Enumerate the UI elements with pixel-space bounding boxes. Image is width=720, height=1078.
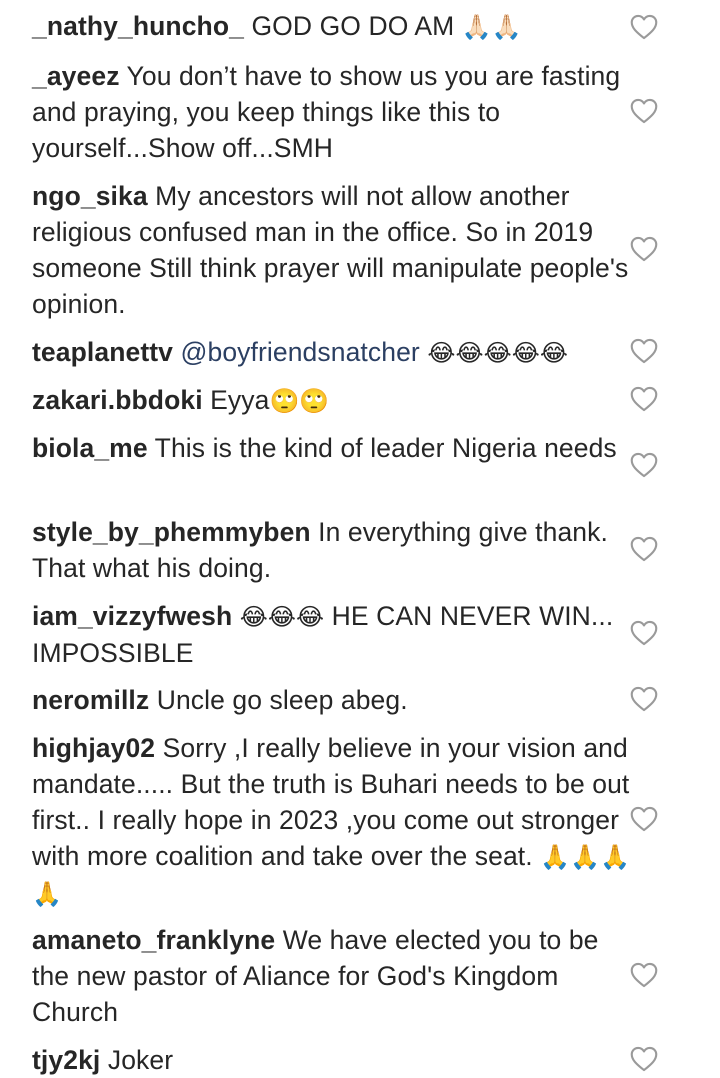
comment-text: ngo_sika My ancestors will not allow ano… — [32, 178, 632, 322]
like-heart-icon[interactable] — [630, 686, 658, 712]
comment-username[interactable]: teaplanettv — [32, 337, 173, 367]
comment-text: teaplanettv @boyfriendsnatcher 😂😂😂😂😂 — [32, 334, 632, 371]
comment-item: neromillz Uncle go sleep abeg. — [32, 682, 712, 718]
comment-emoji: 😂😂😂 — [239, 603, 325, 631]
comment-item: amaneto_franklyne We have elected you to… — [32, 922, 712, 1030]
comment-username[interactable]: neromillz — [32, 685, 149, 715]
comment-text: zakari.bbdoki Eyya🙄🙄 — [32, 382, 632, 419]
comment-username[interactable]: tjy2kj — [32, 1045, 100, 1075]
comment-text: _nathy_huncho_ GOD GO DO AM 🙏🏻🙏🏻 — [32, 8, 632, 45]
like-heart-icon[interactable] — [630, 338, 658, 364]
comment-item: ngo_sika My ancestors will not allow ano… — [32, 178, 712, 322]
comment-mention-link[interactable]: @boyfriendsnatcher — [180, 337, 419, 367]
comment-item: highjay02 Sorry ,I really believe in you… — [32, 730, 712, 912]
comment-username[interactable]: style_by_phemmyben — [32, 517, 311, 547]
comment-body: You don’t have to show us you are fastin… — [32, 61, 621, 163]
comment-text: highjay02 Sorry ,I really believe in you… — [32, 730, 632, 912]
comment-username[interactable]: biola_me — [32, 433, 148, 463]
comment-username[interactable]: _ayeez — [32, 61, 120, 91]
like-heart-icon[interactable] — [630, 14, 658, 40]
comment-body: Uncle go sleep abeg. — [156, 685, 408, 715]
comment-username[interactable]: iam_vizzyfwesh — [32, 601, 232, 631]
comment-body: Eyya — [210, 385, 270, 415]
comment-item: _nathy_huncho_ GOD GO DO AM 🙏🏻🙏🏻 — [32, 8, 712, 45]
comment-text: neromillz Uncle go sleep abeg. — [32, 682, 632, 718]
like-heart-icon[interactable] — [630, 236, 658, 262]
comment-item: style_by_phemmyben In everything give th… — [32, 514, 712, 586]
comment-username[interactable]: highjay02 — [32, 733, 155, 763]
comment-emoji: 🙏🏻🙏🏻 — [461, 13, 522, 41]
like-heart-icon[interactable] — [630, 386, 658, 412]
comment-text: amaneto_franklyne We have elected you to… — [32, 922, 632, 1030]
comment-body: Joker — [107, 1045, 174, 1075]
comment-item: biola_me This is the kind of leader Nige… — [32, 430, 712, 466]
comment-item: _ayeez You don’t have to show us you are… — [32, 58, 712, 166]
like-heart-icon[interactable] — [630, 620, 658, 646]
comment-username[interactable]: ngo_sika — [32, 181, 148, 211]
like-heart-icon[interactable] — [630, 1046, 658, 1072]
comment-emoji: 🙄🙄 — [269, 387, 330, 415]
comment-item: teaplanettv @boyfriendsnatcher 😂😂😂😂😂 — [32, 334, 712, 371]
comment-emoji: 😂😂😂😂😂 — [427, 339, 569, 367]
comment-text: style_by_phemmyben In everything give th… — [32, 514, 632, 586]
comment-username[interactable]: zakari.bbdoki — [32, 385, 203, 415]
comment-body: This is the kind of leader Nigeria needs — [154, 433, 617, 463]
comment-username[interactable]: amaneto_franklyne — [32, 925, 275, 955]
like-heart-icon[interactable] — [630, 962, 658, 988]
comment-text: iam_vizzyfwesh 😂😂😂 HE CAN NEVER WIN... I… — [32, 598, 632, 671]
comment-text: tjy2kj Joker — [32, 1042, 632, 1078]
comment-username[interactable]: _nathy_huncho_ — [32, 11, 244, 41]
comment-item: tjy2kj Joker — [32, 1042, 712, 1078]
comment-text: _ayeez You don’t have to show us you are… — [32, 58, 632, 166]
like-heart-icon[interactable] — [630, 806, 658, 832]
comment-text: biola_me This is the kind of leader Nige… — [32, 430, 632, 466]
comment-body: GOD GO DO AM — [251, 11, 455, 41]
comment-item: zakari.bbdoki Eyya🙄🙄 — [32, 382, 712, 419]
like-heart-icon[interactable] — [630, 536, 658, 562]
like-heart-icon[interactable] — [630, 98, 658, 124]
comment-item: iam_vizzyfwesh 😂😂😂 HE CAN NEVER WIN... I… — [32, 598, 712, 671]
like-heart-icon[interactable] — [630, 452, 658, 478]
